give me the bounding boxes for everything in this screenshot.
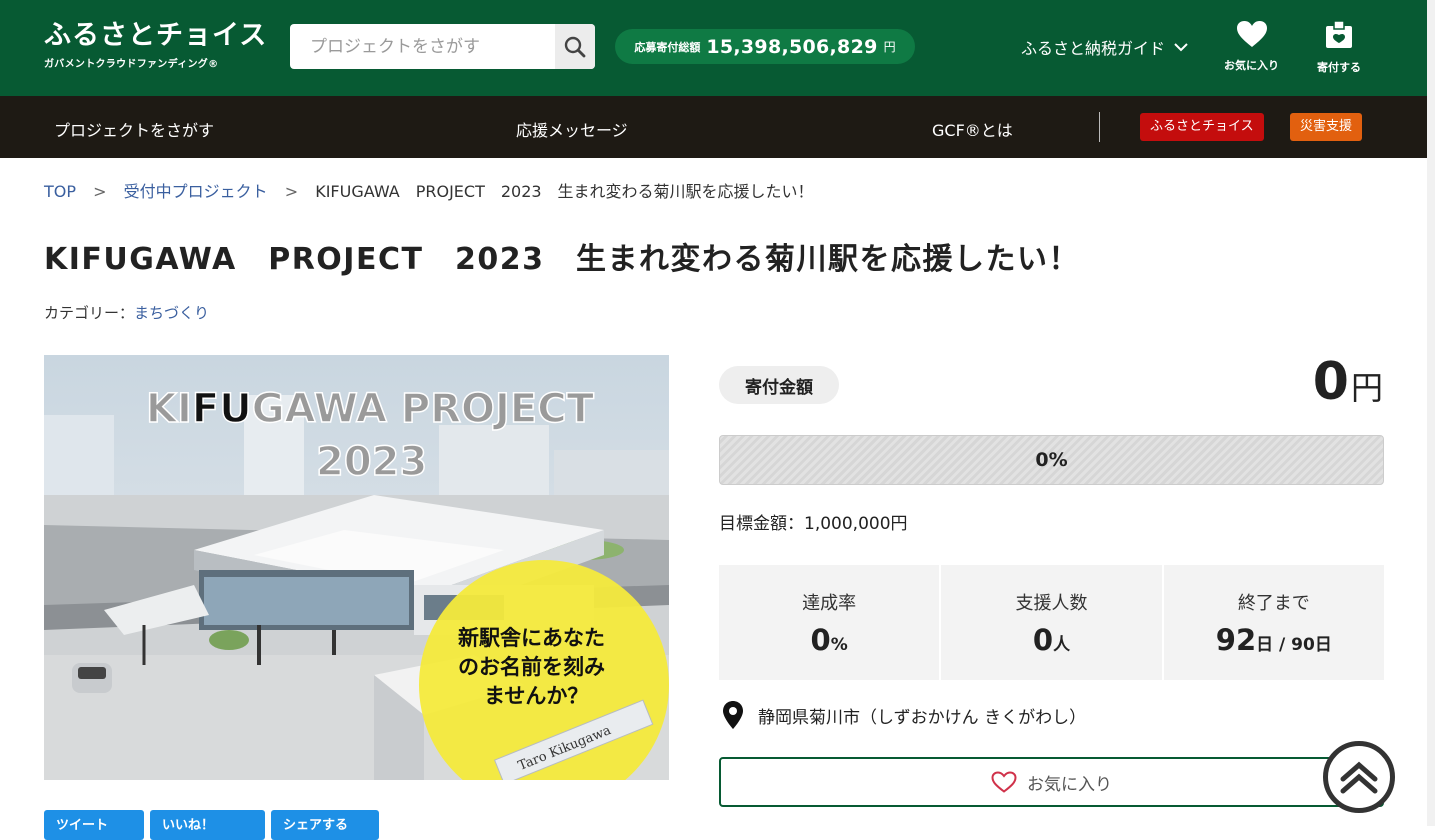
donation-box-icon	[1326, 20, 1352, 48]
donation-amount-value: 0	[1312, 352, 1349, 412]
stat-unit: 日 / 90日	[1256, 635, 1332, 655]
stat-value: 92	[1215, 623, 1257, 657]
site-logo[interactable]: ふるさとチョイス ガバメントクラウドファンディング®	[44, 20, 267, 70]
stat-unit: 人	[1053, 635, 1071, 655]
header-donate-button[interactable]: 寄付する	[1317, 20, 1361, 75]
breadcrumb: TOP > 受付中プロジェクト > KIFUGAWA PROJECT 2023 …	[44, 178, 814, 202]
nav-divider	[1099, 112, 1100, 142]
station-rendering-illustration: KIFUGAWA PROJECT 2023 新駅舎にあなた のお名前を刻み ませ…	[44, 355, 669, 780]
donation-amount-label: 寄付金額	[719, 366, 839, 404]
nav-item-about-gcf[interactable]: GCF®とは	[932, 117, 1013, 141]
chevron-up-icon	[1340, 761, 1378, 794]
total-donation-value: 15,398,506,829	[706, 35, 878, 58]
share-button[interactable]: シェアする	[271, 810, 379, 840]
funding-progress-text: 0%	[1035, 449, 1068, 471]
nav-item-search-projects[interactable]: プロジェクトをさがす	[54, 117, 214, 141]
stat-label: 達成率	[802, 593, 857, 614]
total-donation-label: 応募寄付総額	[634, 40, 701, 54]
nav-item-messages[interactable]: 応援メッセージ	[516, 117, 628, 141]
stat-unit: %	[830, 635, 848, 655]
funding-stats: 達成率 0% 支援人数 0人 終了まで 92日 / 90日	[719, 565, 1384, 680]
chevron-down-icon	[1174, 43, 1188, 52]
svg-text:KIFUGAWA PROJECT: KIFUGAWA PROJECT	[146, 386, 595, 432]
breadcrumb-projects-link[interactable]: 受付中プロジェクト	[124, 182, 268, 201]
stat-supporters: 支援人数 0人	[941, 565, 1162, 680]
page-title: KIFUGAWA PROJECT 2023 生まれ変わる菊川駅を応援したい！	[44, 242, 1080, 277]
project-category: カテゴリー：まちづくり	[44, 302, 209, 323]
like-button[interactable]: いいね！	[150, 810, 265, 840]
target-amount: 目標金額：1,000,000円	[719, 514, 908, 534]
category-label: カテゴリー：	[44, 304, 135, 322]
breadcrumb-top-link[interactable]: TOP	[44, 182, 76, 201]
logo-main-text: ふるさとチョイス	[44, 20, 268, 51]
total-donation-badge: 応募寄付総額 15,398,506,829 円	[615, 29, 915, 64]
stat-label: 終了まで	[1237, 593, 1310, 614]
breadcrumb-current: KIFUGAWA PROJECT 2023 生まれ変わる菊川駅を応援したい！	[315, 182, 814, 201]
stat-label: 支援人数	[1015, 593, 1088, 614]
hero-bubble-line-2: のお名前を刻み	[458, 655, 605, 679]
stat-days-remaining: 終了まで 92日 / 90日	[1163, 565, 1384, 680]
stat-achievement-rate: 達成率 0%	[719, 565, 940, 680]
share-buttons: ツイート いいね！ シェアする	[44, 810, 379, 840]
hero-bubble-line-1: 新駅舎にあなた	[458, 626, 605, 650]
search-box	[290, 24, 595, 69]
hero-headline-part-fu: FU	[192, 386, 252, 432]
nav-badge-furusato-choice[interactable]: ふるさとチョイス	[1140, 113, 1264, 141]
heart-outline-icon	[991, 771, 1017, 793]
project-location: 静岡県菊川市（しずおかけん きくがわし）	[722, 700, 1086, 730]
logo-sub-text: ガバメントクラウドファンディング®	[44, 59, 219, 70]
total-donation-unit: 円	[883, 40, 896, 54]
main-nav: プロジェクトをさがす 応援メッセージ GCF®とは ふるさとチョイス 災害支援	[0, 96, 1427, 158]
search-input[interactable]	[290, 24, 555, 69]
project-hero-image: KIFUGAWA PROJECT 2023 新駅舎にあなた のお名前を刻み ませ…	[44, 355, 669, 780]
guide-label: ふるさと納税ガイド	[1021, 39, 1166, 58]
add-favorite-button[interactable]: お気に入り	[719, 757, 1384, 807]
header-favorites-button[interactable]: お気に入り	[1224, 20, 1279, 73]
location-text: 静岡県菊川市（しずおかけん きくがわし）	[758, 707, 1087, 728]
breadcrumb-separator: >	[93, 182, 107, 201]
funding-progress-bar: 0%	[719, 435, 1384, 485]
heart-icon	[1236, 21, 1267, 47]
donate-label: 寄付する	[1317, 61, 1361, 74]
nav-badge-disaster-support[interactable]: 災害支援	[1290, 113, 1363, 141]
page-scrollbar[interactable]	[1427, 0, 1435, 826]
site-header: ふるさとチョイス ガバメントクラウドファンディング® 応募寄付総額 15,398…	[0, 0, 1427, 96]
hero-headline-year: 2023	[316, 439, 427, 485]
furusato-guide-menu[interactable]: ふるさと納税ガイド	[1021, 35, 1189, 59]
category-link[interactable]: まちづくり	[134, 304, 209, 322]
donation-amount-unit: 円	[1350, 369, 1383, 407]
favorite-label: お気に入り	[1027, 774, 1112, 795]
hero-headline-part-ki: KI	[146, 386, 192, 432]
search-icon	[564, 36, 586, 57]
hero-headline-part-gawa: GAWA PROJECT	[252, 386, 595, 432]
donation-amount: 0 円	[1313, 352, 1383, 412]
tweet-button[interactable]: ツイート	[44, 810, 144, 840]
map-pin-icon	[723, 701, 743, 729]
favorites-label: お気に入り	[1224, 59, 1279, 72]
scroll-to-top-button[interactable]	[1323, 741, 1395, 813]
breadcrumb-separator: >	[284, 182, 299, 201]
hero-bubble-line-3: ませんか？	[484, 684, 588, 708]
search-button[interactable]	[555, 24, 595, 69]
stat-value: 0	[1032, 623, 1054, 657]
stat-value: 0	[810, 623, 831, 657]
